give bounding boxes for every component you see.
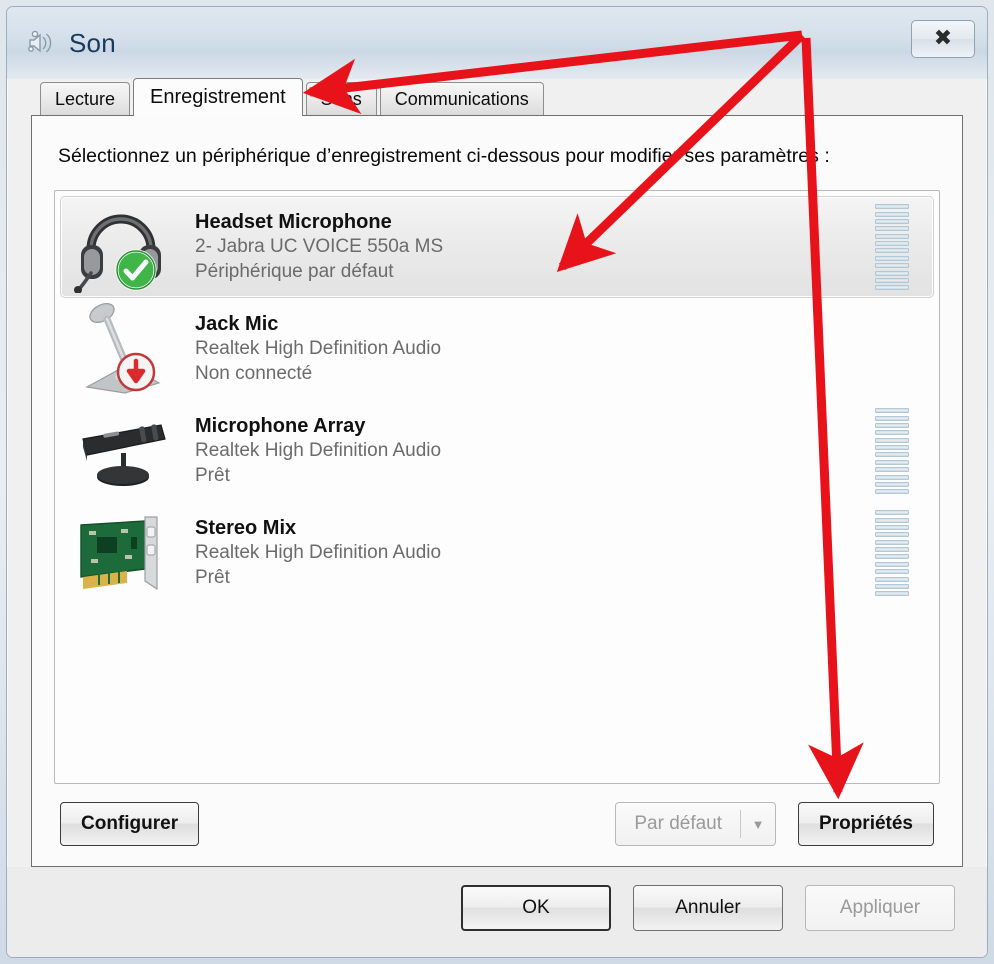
screenshot-root: Son ✖ Lecture Enregistrement Sons Commun… [0,0,994,964]
cancel-button-label: Annuler [675,897,741,918]
title-bar: Son ✖ [7,7,987,79]
action-row: Configurer Par défaut ▼ Propriétés [54,802,940,846]
device-text-block: Stereo Mix Realtek High Definition Audio… [195,516,875,590]
device-list-item-stereo-mix[interactable]: Stereo Mix Realtek High Definition Audio… [60,502,934,604]
device-status: Prêt [195,566,230,588]
device-name: Jack Mic [195,313,279,336]
chevron-down-icon[interactable]: ▼ [741,803,775,845]
device-status: Non connecté [195,362,313,384]
device-name: Microphone Array [195,415,366,438]
window-title: Son [69,27,116,58]
tab-label: Enregistrement [150,86,286,108]
device-status: Périphérique par défaut [195,260,394,282]
desk-microphone-icon [69,303,181,395]
device-driver: 2- Jabra UC VOICE 550a MS [195,236,444,258]
microphone-array-icon [69,405,181,497]
red-down-arrow-badge [115,351,157,393]
device-text-block: Jack Mic Realtek High Definition Audio N… [195,312,875,386]
tab-lecture[interactable]: Lecture [40,82,131,115]
ok-button-label: OK [522,897,550,918]
device-name: Headset Microphone [195,211,392,234]
apply-button-label: Appliquer [839,897,921,918]
level-meter [875,510,909,597]
ok-button[interactable]: OK [461,885,611,931]
dialog-footer: OK Annuler Appliquer [7,867,987,957]
set-default-button-label: Par défaut [634,813,723,834]
headset-icon [69,201,181,295]
device-driver: Realtek High Definition Audio [195,542,442,564]
tab-strip: Lecture Enregistrement Sons Communicatio… [40,78,987,116]
device-driver: Realtek High Definition Audio [195,338,442,360]
sound-speaker-icon [23,26,57,60]
level-meter [875,204,909,291]
set-default-split-button[interactable]: Par défaut ▼ [615,802,777,846]
configure-button[interactable]: Configurer [60,802,200,846]
device-text-block: Microphone Array Realtek High Definition… [195,414,875,488]
device-list-item-jack-mic[interactable]: Jack Mic Realtek High Definition Audio N… [60,298,934,400]
device-text-block: Headset Microphone 2- Jabra UC VOICE 550… [195,210,875,284]
device-list-item-headset-microphone[interactable]: Headset Microphone 2- Jabra UC VOICE 550… [60,196,934,299]
level-meter [875,408,909,495]
device-list[interactable]: Headset Microphone 2- Jabra UC VOICE 550… [54,190,940,784]
tab-communications[interactable]: Communications [379,82,544,115]
cancel-button[interactable]: Annuler [633,885,783,931]
sound-dialog-window: Son ✖ Lecture Enregistrement Sons Commun… [6,6,988,958]
tab-sons[interactable]: Sons [305,82,377,115]
properties-button-label: Propriétés [819,813,913,834]
tab-label: Lecture [55,88,116,109]
device-status: Prêt [195,464,230,486]
tab-enregistrement[interactable]: Enregistrement [133,78,303,116]
apply-button[interactable]: Appliquer [805,885,955,931]
device-list-item-microphone-array[interactable]: Microphone Array Realtek High Definition… [60,400,934,502]
sound-card-icon [69,507,181,599]
close-icon: ✖ [933,26,953,51]
green-check-badge [115,249,157,291]
properties-button[interactable]: Propriétés [798,802,934,846]
tab-label: Communications [394,88,529,109]
configure-button-label: Configurer [81,813,179,834]
close-button[interactable]: ✖ [911,20,975,58]
tab-label: Sons [320,88,362,109]
instruction-text: Sélectionnez un périphérique d’enregistr… [58,145,830,167]
device-driver: Realtek High Definition Audio [195,440,442,462]
device-name: Stereo Mix [195,517,297,540]
recording-tab-panel: Sélectionnez un périphérique d’enregistr… [31,115,963,867]
